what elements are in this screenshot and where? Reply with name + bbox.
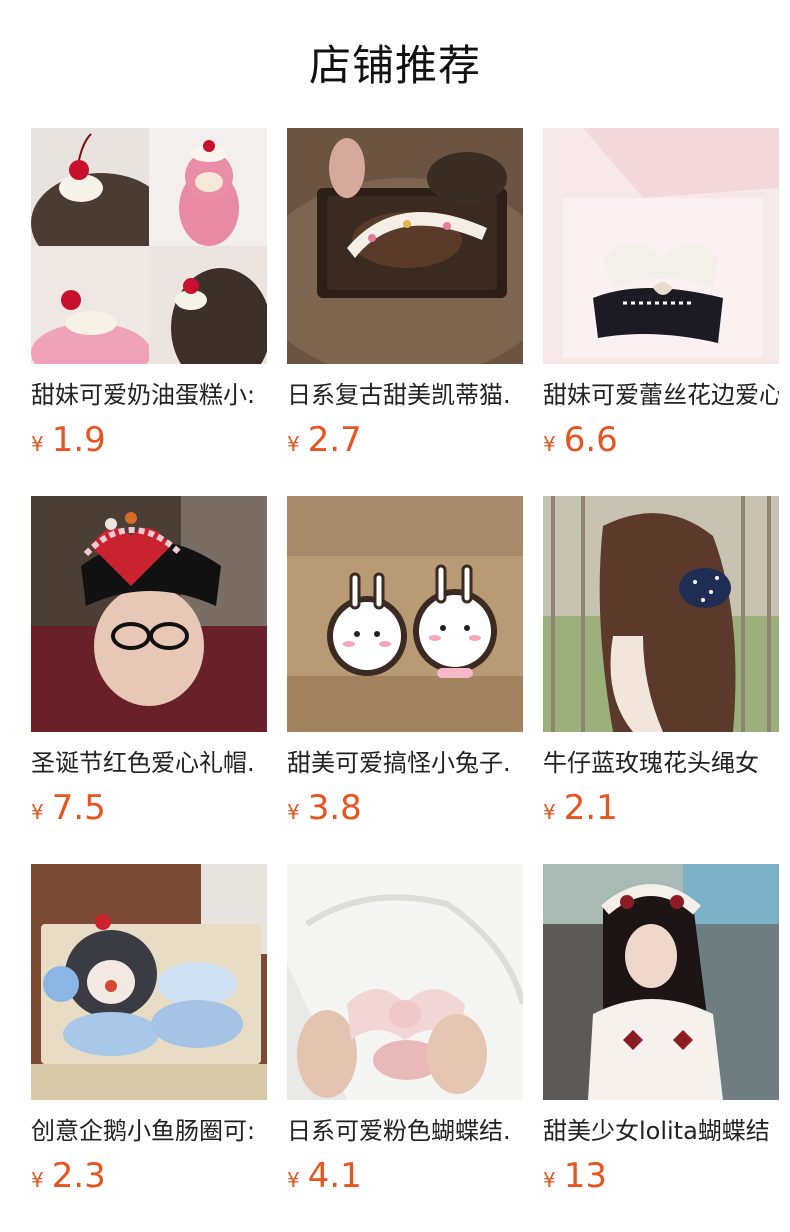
currency-symbol: ¥ bbox=[543, 432, 556, 456]
product-price: ¥ 7.5 bbox=[31, 786, 267, 830]
currency-symbol: ¥ bbox=[287, 1168, 300, 1192]
product-price: ¥ 2.1 bbox=[543, 786, 779, 830]
product-card[interactable]: 牛仔蓝玫瑰花头绳女 ¥ 2.1 bbox=[543, 496, 779, 864]
currency-symbol: ¥ bbox=[287, 800, 300, 824]
price-value: 3.8 bbox=[307, 788, 362, 828]
price-value: 4.1 bbox=[307, 1156, 362, 1196]
price-value: 2.3 bbox=[51, 1156, 106, 1196]
product-image[interactable] bbox=[31, 128, 267, 364]
denim-scrunchie-photo bbox=[543, 496, 779, 732]
price-value: 7.5 bbox=[51, 788, 106, 828]
product-image[interactable] bbox=[31, 864, 267, 1100]
product-card[interactable]: 甜妹可爱蕾丝花边爱心 ¥ 6.6 bbox=[543, 128, 779, 496]
lace-bow-hairclip-box-photo bbox=[543, 128, 779, 364]
product-card[interactable]: 日系可爱粉色蝴蝶结. ¥ 4.1 bbox=[287, 864, 523, 1232]
product-name[interactable]: 牛仔蓝玫瑰花头绳女 bbox=[543, 746, 779, 780]
product-name[interactable]: 创意企鹅小鱼肠圈可: bbox=[31, 1114, 267, 1148]
product-grid: 甜妹可爱奶油蛋糕小: ¥ 1.9 日系复古甜美凯蒂猫. ¥ 2.7 甜妹可爱蕾丝… bbox=[31, 128, 790, 1232]
bunny-hairclip-photo bbox=[287, 496, 523, 732]
product-price: ¥ 4.1 bbox=[287, 1154, 523, 1198]
pink-bow-scrunchie-photo bbox=[287, 864, 523, 1100]
price-value: 13 bbox=[563, 1156, 607, 1196]
product-image[interactable] bbox=[543, 496, 779, 732]
penguin-scrunchie-photo bbox=[31, 864, 267, 1100]
product-image[interactable] bbox=[287, 496, 523, 732]
product-name[interactable]: 日系复古甜美凯蒂猫. bbox=[287, 378, 523, 412]
product-price: ¥ 6.6 bbox=[543, 418, 779, 462]
product-name[interactable]: 甜妹可爱奶油蛋糕小: bbox=[31, 378, 267, 412]
product-image[interactable] bbox=[543, 128, 779, 364]
currency-symbol: ¥ bbox=[287, 432, 300, 456]
product-name[interactable]: 圣诞节红色爱心礼帽. bbox=[31, 746, 267, 780]
product-name[interactable]: 甜美少女lolita蝴蝶结 bbox=[543, 1114, 779, 1148]
product-card[interactable]: 日系复古甜美凯蒂猫. ¥ 2.7 bbox=[287, 128, 523, 496]
product-name[interactable]: 甜美可爱搞怪小兔子. bbox=[287, 746, 523, 780]
product-name[interactable]: 甜妹可爱蕾丝花边爱心 bbox=[543, 378, 779, 412]
product-price: ¥ 2.3 bbox=[31, 1154, 267, 1198]
product-card[interactable]: 圣诞节红色爱心礼帽. ¥ 7.5 bbox=[31, 496, 267, 864]
price-value: 1.9 bbox=[51, 420, 106, 460]
product-name[interactable]: 日系可爱粉色蝴蝶结. bbox=[287, 1114, 523, 1148]
product-image[interactable] bbox=[543, 864, 779, 1100]
price-value: 2.1 bbox=[563, 788, 618, 828]
product-price: ¥ 2.7 bbox=[287, 418, 523, 462]
currency-symbol: ¥ bbox=[31, 432, 44, 456]
currency-symbol: ¥ bbox=[31, 1168, 44, 1192]
product-price: ¥ 1.9 bbox=[31, 418, 267, 462]
currency-symbol: ¥ bbox=[543, 1168, 556, 1192]
currency-symbol: ¥ bbox=[543, 800, 556, 824]
cherry-cake-hairclip-photo bbox=[31, 128, 267, 364]
product-card[interactable]: 甜美可爱搞怪小兔子. ¥ 3.8 bbox=[287, 496, 523, 864]
product-card[interactable]: 甜妹可爱奶油蛋糕小: ¥ 1.9 bbox=[31, 128, 267, 496]
currency-symbol: ¥ bbox=[31, 800, 44, 824]
recommendation-page: 店铺推荐 甜妹可爱奶油蛋糕小: ¥ 1.9 日系复古甜美凯蒂猫. ¥ 2.7 甜… bbox=[0, 0, 790, 1232]
lolita-headdress-photo bbox=[543, 864, 779, 1100]
product-image[interactable] bbox=[31, 496, 267, 732]
product-card[interactable]: 甜美少女lolita蝴蝶结 ¥ 13 bbox=[543, 864, 779, 1232]
price-value: 2.7 bbox=[307, 420, 362, 460]
price-value: 6.6 bbox=[563, 420, 618, 460]
section-title: 店铺推荐 bbox=[308, 41, 481, 90]
product-image[interactable] bbox=[287, 864, 523, 1100]
kitty-headband-photo bbox=[287, 128, 523, 364]
product-price: ¥ 3.8 bbox=[287, 786, 523, 830]
product-card[interactable]: 创意企鹅小鱼肠圈可: ¥ 2.3 bbox=[31, 864, 267, 1232]
product-price: ¥ 13 bbox=[543, 1154, 779, 1198]
red-heart-hat-photo bbox=[31, 496, 267, 732]
product-image[interactable] bbox=[287, 128, 523, 364]
